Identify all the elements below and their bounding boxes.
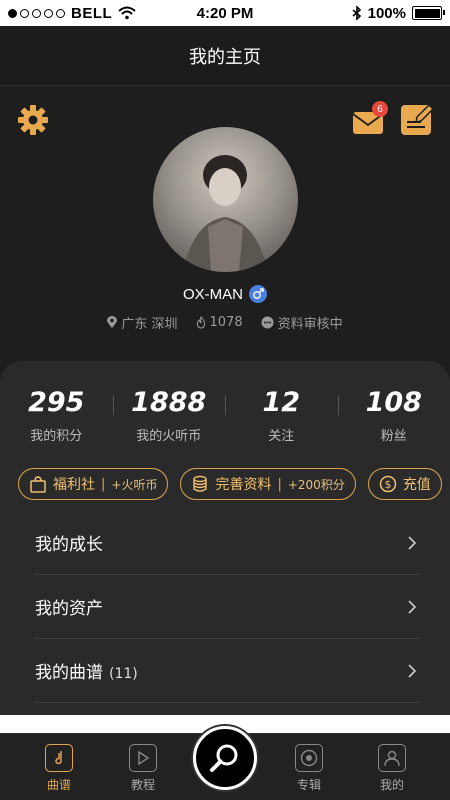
user-icon xyxy=(378,744,406,772)
bag-icon xyxy=(30,476,46,493)
stat-label: 我的积分 xyxy=(30,429,83,444)
stat-followers[interactable]: 108 粉丝 xyxy=(337,387,450,444)
svg-text:$: $ xyxy=(384,478,391,491)
heat-item: 1078 xyxy=(196,313,243,332)
stat-coins[interactable]: 1888 我的火听币 xyxy=(112,387,226,444)
edit-note-icon xyxy=(401,103,435,135)
flame-icon xyxy=(196,316,205,329)
stats-row: 295 我的积分 1888 我的火听币 12 关注 108 粉丝 xyxy=(0,387,450,444)
play-icon xyxy=(129,744,157,772)
menu-count: (11) xyxy=(109,666,138,682)
pill-sub: +200积分 xyxy=(287,477,345,492)
tab-label: 教程 xyxy=(130,778,155,792)
search-button[interactable] xyxy=(193,726,257,790)
welfare-button[interactable]: 福利社 | +火听币 xyxy=(18,468,169,500)
stat-points[interactable]: 295 我的积分 xyxy=(0,387,113,444)
settings-button[interactable] xyxy=(16,103,50,137)
avatar[interactable] xyxy=(153,127,298,272)
tab-bar: 曲谱 教程 专辑 我的 xyxy=(0,726,450,800)
username: OX-MAN xyxy=(183,285,243,303)
status-right: 100% xyxy=(352,4,445,22)
stat-label: 我的火听币 xyxy=(136,429,202,444)
status-dots-icon xyxy=(261,316,274,329)
search-icon xyxy=(210,744,238,772)
tab-label: 我的 xyxy=(379,778,404,792)
status-bar: BELL 4:20 PM 100% xyxy=(0,0,450,26)
pill-label: 福利社 xyxy=(53,477,95,493)
menu-item-text: 我的曲谱 (11) xyxy=(35,658,138,683)
pill-separator: | xyxy=(277,476,282,492)
album-icon xyxy=(295,744,323,772)
menu-list: 我的成长 我的资产 我的曲谱 (11) xyxy=(35,511,420,703)
stat-label: 关注 xyxy=(268,429,295,444)
complete-profile-button[interactable]: 完善资料 | +200积分 xyxy=(180,468,356,500)
tab-albums[interactable]: 专辑 xyxy=(279,744,339,793)
chevron-right-icon xyxy=(408,535,417,550)
male-icon xyxy=(249,285,267,303)
page-title: 我的主页 xyxy=(189,46,261,68)
menu-item-assets[interactable]: 我的资产 xyxy=(35,575,420,639)
battery-icon xyxy=(412,6,445,20)
stat-value: 1888 xyxy=(131,387,207,418)
chevron-right-icon xyxy=(408,599,417,614)
status-item: 资料审核中 xyxy=(261,313,343,332)
tab-label: 专辑 xyxy=(296,778,321,792)
stat-value: 108 xyxy=(365,387,422,418)
tab-scores[interactable]: 曲谱 xyxy=(29,744,89,793)
pill-separator: | xyxy=(101,476,106,492)
gear-icon xyxy=(18,105,48,135)
location-item: 广东 深圳 xyxy=(107,313,178,332)
pill-label: 完善资料 xyxy=(215,477,272,493)
message-count-badge: 6 xyxy=(372,101,388,117)
bluetooth-icon xyxy=(352,6,361,20)
menu-item-text: 我的资产 xyxy=(35,594,103,619)
messages-button[interactable]: 6 xyxy=(352,101,388,135)
menu-item-text: 我的成长 xyxy=(35,530,103,555)
profile-header: 6 OX-MAN 广东 深圳 1078 资料审核中 xyxy=(0,87,450,377)
location-pin-icon xyxy=(107,316,118,328)
profile-card: 295 我的积分 1888 我的火听币 12 关注 108 粉丝 福利社 | +… xyxy=(0,361,450,731)
stat-label: 粉丝 xyxy=(380,429,407,444)
tab-tutorials[interactable]: 教程 xyxy=(113,744,173,793)
avatar-photo xyxy=(183,155,268,272)
edit-profile-button[interactable] xyxy=(399,101,435,137)
menu-label: 我的曲谱 xyxy=(35,663,103,683)
stat-following[interactable]: 12 关注 xyxy=(225,387,338,444)
stat-value: 295 xyxy=(28,387,85,418)
pill-label: 充值 xyxy=(402,477,431,493)
recharge-button[interactable]: $ 充值 xyxy=(367,468,442,500)
heat-count: 1078 xyxy=(209,315,243,330)
chevron-right-icon xyxy=(408,663,417,678)
menu-label: 我的成长 xyxy=(35,535,103,555)
pill-sub: +火听币 xyxy=(111,477,158,492)
menu-label: 我的资产 xyxy=(35,599,103,619)
tab-mine[interactable]: 我的 xyxy=(362,744,422,793)
nav-bar: 我的主页 xyxy=(0,26,450,86)
tab-label: 曲谱 xyxy=(46,778,71,792)
music-note-icon xyxy=(45,744,73,772)
username-row: OX-MAN xyxy=(0,285,450,303)
meta-row: 广东 深圳 1078 资料审核中 xyxy=(0,313,450,332)
action-pills: 福利社 | +火听币 完善资料 | +200积分 $ 充值 xyxy=(18,468,442,500)
review-status: 资料审核中 xyxy=(277,317,343,332)
location-text: 广东 深圳 xyxy=(121,317,178,332)
menu-item-growth[interactable]: 我的成长 xyxy=(35,511,420,575)
stat-value: 12 xyxy=(262,387,301,418)
coins-stack-icon xyxy=(193,475,208,492)
menu-item-scores[interactable]: 我的曲谱 (11) xyxy=(35,639,420,703)
dollar-icon: $ xyxy=(379,475,397,493)
battery-percent: 100% xyxy=(367,4,406,22)
